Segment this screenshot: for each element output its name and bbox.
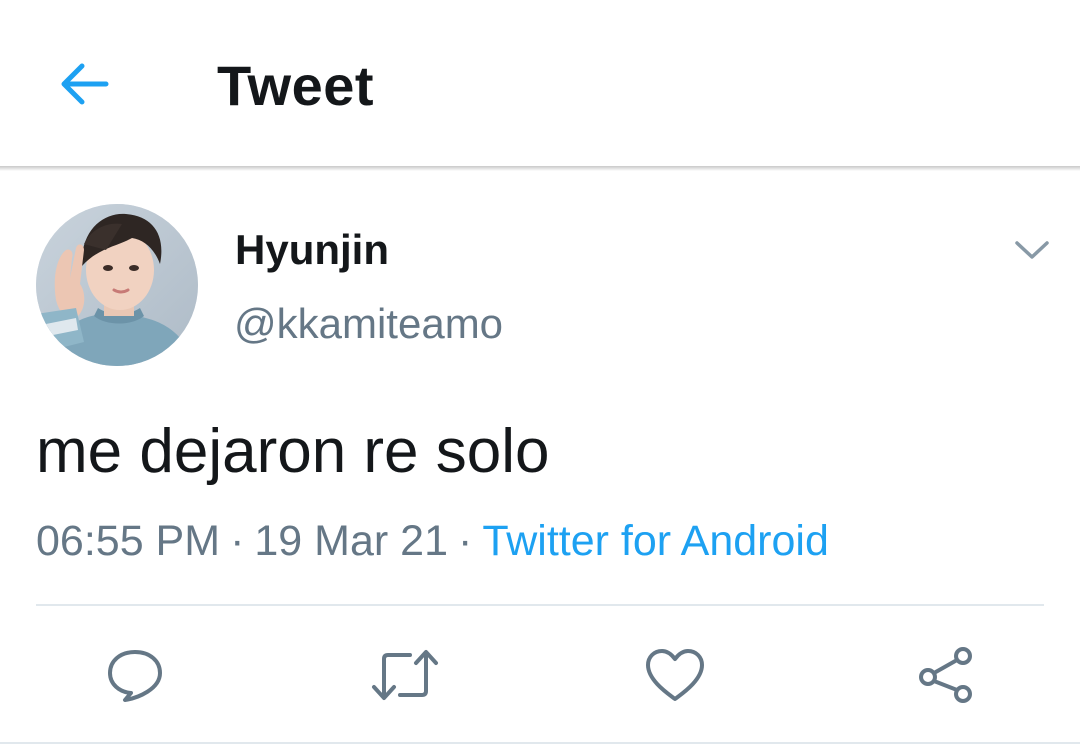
header-shadow-divider xyxy=(0,166,1080,171)
divider xyxy=(0,742,1080,744)
avatar[interactable] xyxy=(36,204,198,366)
tweet-menu-button[interactable] xyxy=(1010,232,1054,268)
retweet-icon xyxy=(372,650,438,700)
tweet-detail-screen: Tweet Hyunjin @kkamiteamo me dejaron re … xyxy=(0,0,1080,752)
avatar-photo xyxy=(36,204,198,366)
author-handle[interactable]: @kkamiteamo xyxy=(234,298,503,350)
arrow-left-icon xyxy=(61,63,109,105)
comment-icon xyxy=(108,650,162,702)
top-app-bar: Tweet xyxy=(0,0,1080,168)
share-icon xyxy=(919,647,972,703)
tweet-source-link[interactable]: Twitter for Android xyxy=(482,517,829,565)
page-title: Tweet xyxy=(217,54,375,117)
retweet-button[interactable] xyxy=(370,640,440,710)
tweet-text: me dejaron re solo xyxy=(36,417,550,486)
meta-separator: · xyxy=(458,517,473,565)
tweet-time: 06:55 PM xyxy=(36,517,221,565)
meta-separator: · xyxy=(230,517,245,565)
reply-button[interactable] xyxy=(100,640,170,710)
like-button[interactable] xyxy=(640,640,710,710)
tweet-metadata: 06:55 PM · 19 Mar 21 · Twitter for Android xyxy=(36,514,829,568)
tweet-date: 19 Mar 21 xyxy=(254,517,448,565)
divider xyxy=(36,604,1044,606)
back-button[interactable] xyxy=(54,56,114,112)
author-name[interactable]: Hyunjin xyxy=(235,224,389,276)
share-button[interactable] xyxy=(910,640,980,710)
heart-icon xyxy=(646,649,704,701)
chevron-down-icon xyxy=(1015,241,1049,259)
